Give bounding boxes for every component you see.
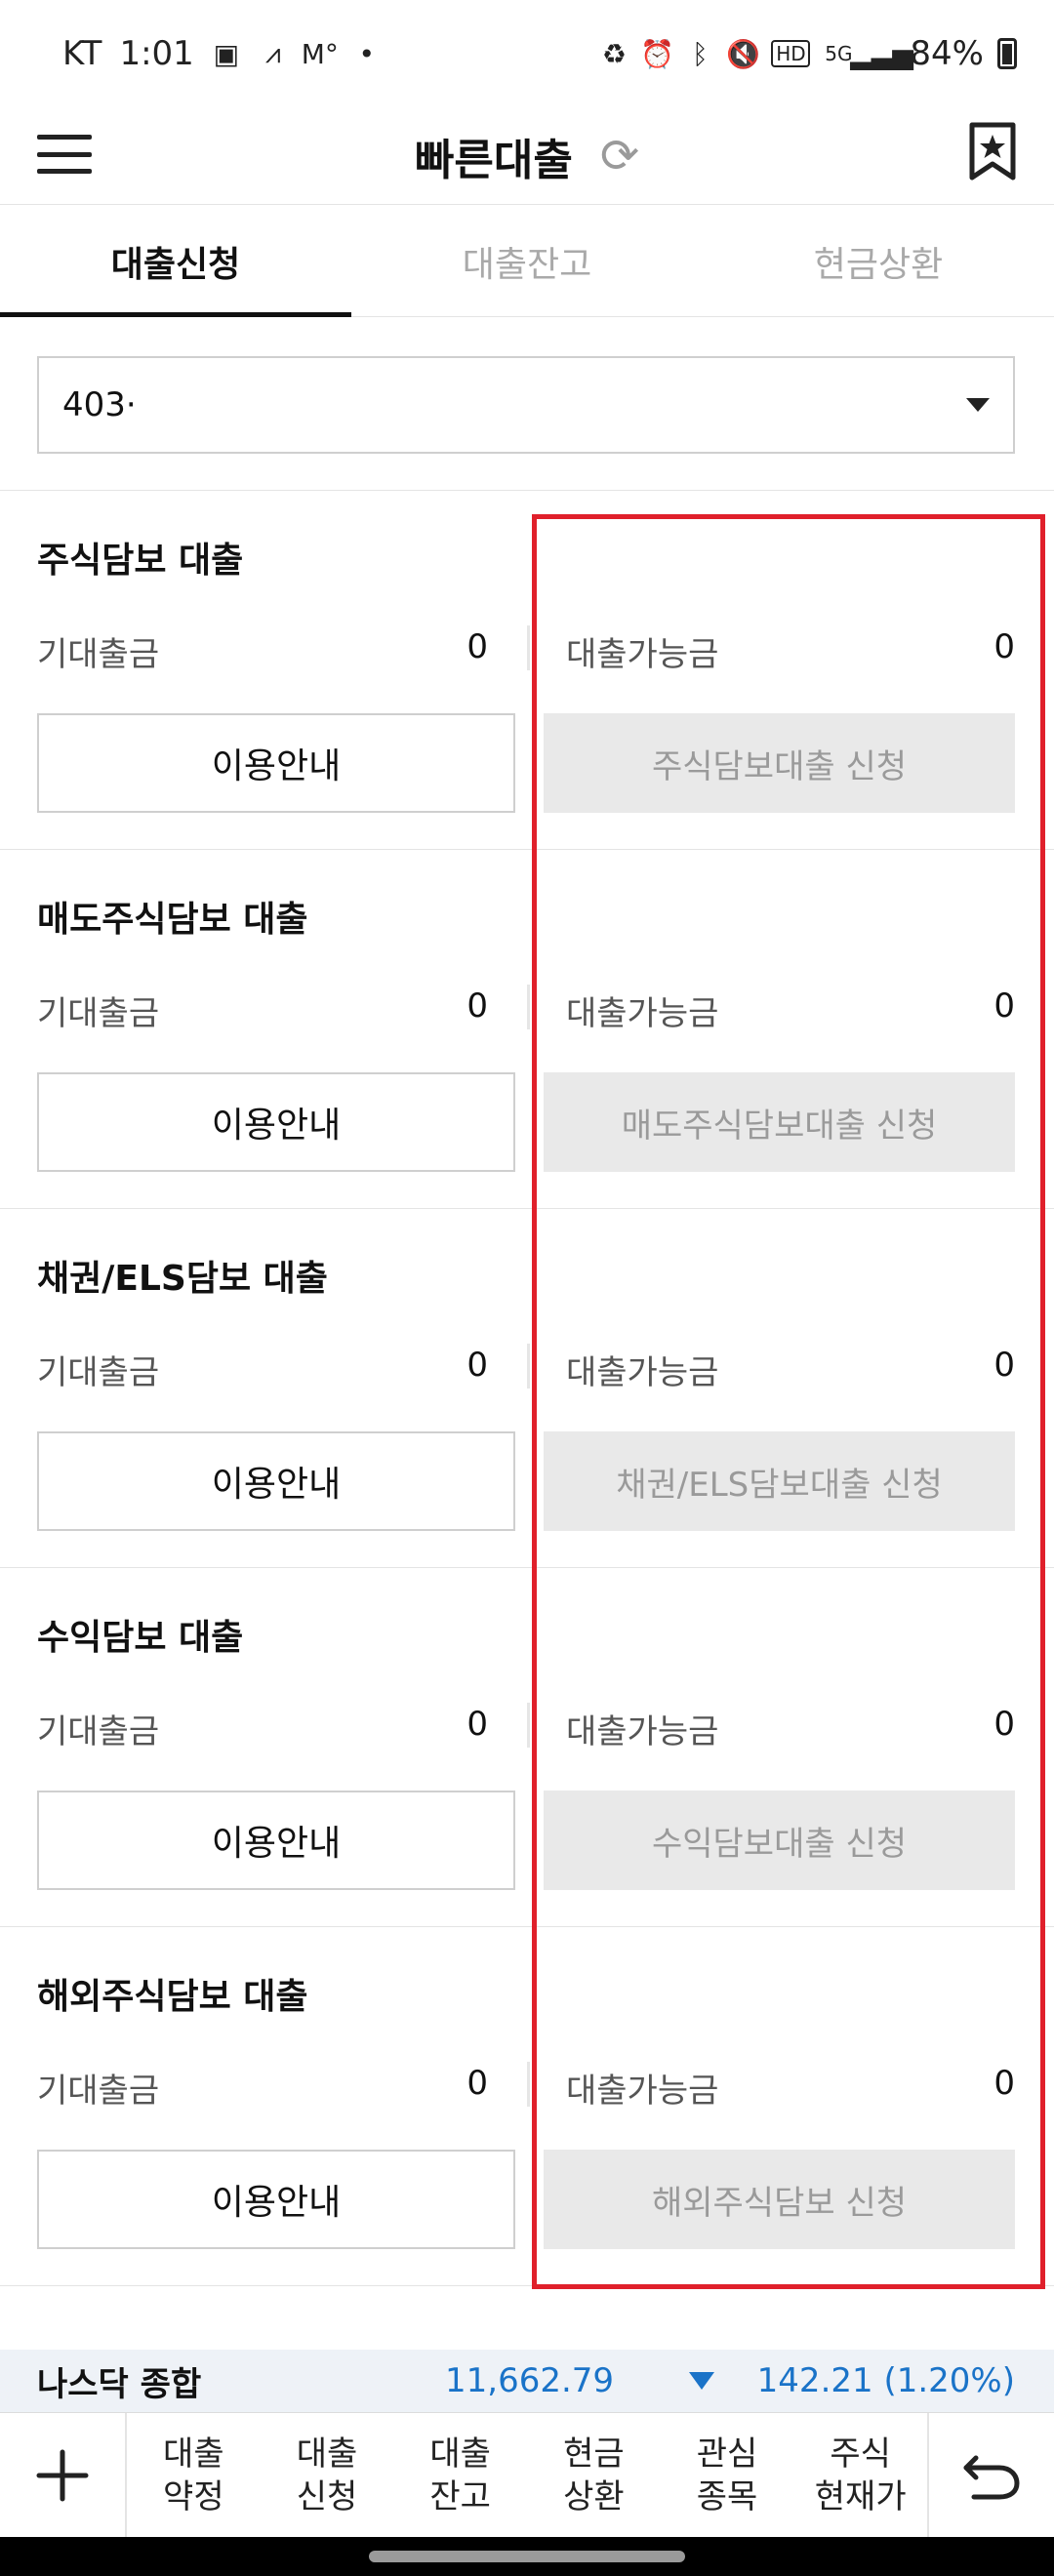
available-loan-label: 대출가능금 (566, 635, 719, 674)
carrier-label: KT (62, 34, 102, 73)
clock: 1:01 (119, 34, 194, 73)
available-loan-value: 0 (993, 2064, 1015, 2103)
column-divider (527, 2062, 530, 2107)
available-loan-value: 0 (993, 1346, 1015, 1385)
guide-button[interactable]: 이용안내 (37, 1431, 515, 1531)
loan-title: 해외주식담보 대출 (37, 1977, 308, 2017)
existing-loan-value: 0 (466, 1705, 488, 1744)
loan-title: 주식담보 대출 (37, 541, 244, 581)
loan-section-bond-els: 채권/ELS담보 대출 기대출금 0 대출가능금 0 이용안내 채권/ELS담보… (0, 1209, 1054, 1568)
apply-button[interactable]: 수익담보대출 신청 (544, 1791, 1015, 1890)
tab-cash-repay[interactable]: 현금상환 (703, 206, 1054, 316)
ticker-change: 142.21 (1.20%) (756, 2361, 1015, 2400)
dot-icon: • (358, 37, 376, 70)
down-arrow-icon (689, 2372, 714, 2390)
stock-chart-icon: ⩘ (264, 37, 281, 69)
loan-section-profit: 수익담보 대출 기대출금 0 대출가능금 0 이용안내 수익담보대출 신청 (0, 1568, 1054, 1927)
account-value: 403· (62, 385, 137, 424)
alarm-icon: ⏰ (639, 37, 674, 70)
bookmark-star-icon[interactable] (968, 121, 1017, 183)
5g-icon: 5G (825, 42, 853, 65)
tab-bar: 대출신청 대출잔고 현금상환 (0, 206, 1054, 317)
quick-menu: 대출 약정 대출 신청 대출 잔고 현금 상환 관심 종목 주식 현재가 (127, 2413, 927, 2538)
column-divider (527, 1344, 530, 1389)
available-loan-value: 0 (993, 986, 1015, 1026)
existing-loan-label: 기대출금 (37, 2072, 160, 2111)
nav-loan-agreement[interactable]: 대출 약정 (127, 2433, 261, 2518)
available-loan-value: 0 (993, 1705, 1015, 1744)
loan-section-sold-stock: 매도주식담보 대출 기대출금 0 대출가능금 0 이용안내 매도주식담보대출 신… (0, 850, 1054, 1209)
ticker-name: 나스닥 종합 (37, 2364, 202, 2404)
chevron-down-icon (966, 398, 990, 412)
plus-icon (36, 2449, 89, 2501)
bluetooth-icon: ᛒ (692, 37, 709, 70)
nav-loan-balance[interactable]: 대출 잔고 (393, 2433, 527, 2518)
home-handle[interactable] (369, 2551, 685, 2562)
existing-loan-label: 기대출금 (37, 635, 160, 674)
loan-title: 채권/ELS담보 대출 (37, 1259, 328, 1299)
status-bar: KT 1:01 ▣ ⩘ M° • ♻ ⏰ ᛒ 🔇 HD 5G ▂▃▅ 84% (0, 0, 1054, 107)
account-select[interactable]: 403· (37, 356, 1015, 454)
apply-button[interactable]: 매도주식담보대출 신청 (544, 1072, 1015, 1172)
available-loan-value: 0 (993, 627, 1015, 666)
loan-title: 수익담보 대출 (37, 1618, 244, 1658)
tab-loan-apply[interactable]: 대출신청 (0, 206, 351, 317)
image-icon: ▣ (213, 37, 240, 70)
available-loan-label: 대출가능금 (566, 994, 719, 1033)
refresh-icon[interactable]: ⟳ (600, 133, 639, 180)
guide-button[interactable]: 이용안내 (37, 1791, 515, 1890)
apply-button[interactable]: 해외주식담보 신청 (544, 2150, 1015, 2249)
available-loan-label: 대출가능금 (566, 1712, 719, 1751)
existing-loan-value: 0 (466, 627, 488, 666)
ticker-value: 11,662.79 (445, 2361, 615, 2400)
mute-icon: 🔇 (725, 37, 760, 70)
battery-icon (997, 38, 1017, 69)
hd-icon: HD (771, 40, 811, 67)
existing-loan-value: 0 (466, 2064, 488, 2103)
column-divider (527, 1703, 530, 1748)
back-button[interactable] (927, 2412, 1054, 2538)
menu-icon[interactable] (37, 129, 92, 180)
guide-button[interactable]: 이용안내 (37, 713, 515, 813)
signal-icon: ▂▃▅ (850, 37, 913, 70)
existing-loan-value: 0 (466, 986, 488, 1026)
guide-button[interactable]: 이용안내 (37, 2150, 515, 2249)
m-notification-icon: M° (301, 37, 339, 70)
undo-arrow-icon (963, 2455, 1020, 2499)
nav-stock-price[interactable]: 주식 현재가 (793, 2433, 927, 2518)
loan-section-stock: 주식담보 대출 기대출금 0 대출가능금 0 이용안내 주식담보대출 신청 (0, 491, 1054, 850)
loan-section-overseas-stock: 해외주식담보 대출 기대출금 0 대출가능금 0 이용안내 해외주식담보 신청 (0, 1927, 1054, 2286)
bottom-nav: 대출 약정 대출 신청 대출 잔고 현금 상환 관심 종목 주식 현재가 (0, 2412, 1054, 2538)
apply-button[interactable]: 주식담보대출 신청 (544, 713, 1015, 813)
existing-loan-label: 기대출금 (37, 1353, 160, 1392)
battery-saver-icon: ♻ (601, 37, 627, 70)
loan-title: 매도주식담보 대출 (37, 900, 308, 940)
tab-loan-balance[interactable]: 대출잔고 (351, 206, 703, 316)
battery-percent: 84% (910, 34, 984, 73)
app-header: 빠른대출 ⟳ (0, 107, 1054, 205)
add-menu-button[interactable] (0, 2412, 127, 2538)
existing-loan-label: 기대출금 (37, 1712, 160, 1751)
status-right: ♻ ⏰ ᛒ 🔇 HD 5G ▂▃▅ 84% (599, 34, 1017, 73)
nav-loan-apply[interactable]: 대출 신청 (261, 2433, 394, 2518)
nav-cash-repay[interactable]: 현금 상환 (527, 2433, 661, 2518)
existing-loan-label: 기대출금 (37, 994, 160, 1033)
nav-watchlist[interactable]: 관심 종목 (661, 2433, 794, 2518)
index-ticker[interactable]: 나스닥 종합 11,662.79 142.21 (1.20%) (0, 2350, 1054, 2412)
column-divider (527, 625, 530, 670)
existing-loan-value: 0 (466, 1346, 488, 1385)
column-divider (527, 985, 530, 1029)
status-left: KT 1:01 ▣ ⩘ M° • (62, 34, 382, 73)
available-loan-label: 대출가능금 (566, 1353, 719, 1392)
apply-button[interactable]: 채권/ELS담보대출 신청 (544, 1431, 1015, 1531)
system-gesture-bar (0, 2537, 1054, 2576)
available-loan-label: 대출가능금 (566, 2072, 719, 2111)
guide-button[interactable]: 이용안내 (37, 1072, 515, 1172)
page-title: 빠른대출 (414, 135, 573, 185)
